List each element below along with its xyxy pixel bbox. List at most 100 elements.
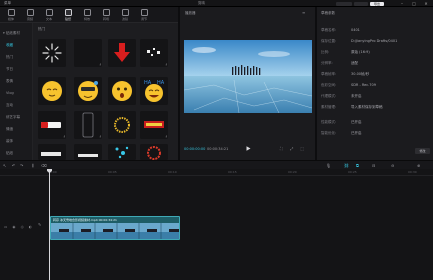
detail-value: 原始 (16:9) (351, 50, 370, 54)
close-button[interactable]: ✕ (421, 1, 431, 6)
detail-key: 草稿名称: (321, 28, 337, 32)
tab-effects[interactable]: 特效 (78, 8, 96, 22)
ring-icon (114, 117, 130, 133)
nav-item-vlog[interactable]: Vlog (6, 91, 14, 95)
nav-item-mood[interactable]: 情绪 (6, 127, 13, 132)
tab-label: 转场 (102, 17, 109, 21)
nav-item-interact[interactable]: 互动 (6, 103, 13, 108)
track-controls[interactable]: ▭ ◉ ◎ ◐ (4, 225, 34, 229)
cover-edit-icon[interactable]: ✎ (38, 222, 41, 227)
nav-item-festival[interactable]: 节日 (6, 67, 13, 72)
transition-icon (102, 9, 110, 16)
sticker-red-swirl[interactable] (140, 144, 168, 160)
svg-text:HA: HA (144, 80, 152, 86)
player-menu-icon[interactable]: ≡ (302, 10, 305, 15)
timeline-area[interactable]: 00:00 00:05 00:10 00:15 00:20 00:25 00:3… (0, 169, 433, 280)
download-icon: ⤓ (165, 134, 167, 138)
sticker-sparkle-square[interactable]: ⤓ (140, 39, 168, 67)
detail-value: 已开启 (351, 131, 362, 135)
split-icon[interactable]: ⫼ (32, 163, 34, 168)
frozen-lake-image (184, 40, 312, 113)
nav-item-variety[interactable]: 综艺字幕 (6, 115, 20, 120)
sticker-burst[interactable] (38, 39, 66, 67)
detail-key: 代理模式: (321, 94, 337, 98)
phone-frame-icon (82, 112, 94, 138)
sparkle-icon (115, 146, 129, 159)
mic-icon[interactable]: 🎙 (326, 163, 331, 168)
sparkle-icon (147, 48, 160, 56)
download-icon: ⤓ (165, 62, 167, 66)
filter-icon (121, 9, 129, 16)
select-tool-icon[interactable]: ↖ (3, 163, 6, 168)
shortcut-button[interactable] (336, 1, 352, 6)
edit-button[interactable]: 修改 (415, 148, 430, 154)
detail-value: 适配 (351, 61, 358, 65)
nav-item-decor[interactable]: 装饰 (6, 139, 13, 144)
main-menu[interactable]: 菜单 (4, 1, 11, 6)
tab-label: 特效 (83, 17, 90, 21)
player-title: 播放器 (185, 11, 196, 15)
tab-media[interactable]: 媒体 (2, 8, 20, 22)
export-button[interactable]: 导出 (370, 1, 384, 6)
tab-label: 调节 (140, 17, 147, 21)
sticker-red-tag[interactable]: ⤓ (140, 111, 168, 139)
ruler-tick: 00:30 (408, 170, 417, 174)
sticker-white-label[interactable] (38, 144, 66, 160)
minimize-button[interactable]: – (397, 1, 407, 6)
nav-item-hot[interactable]: 热门 (6, 55, 13, 60)
tab-filters[interactable]: 滤镜 (116, 8, 134, 22)
playhead[interactable] (49, 169, 50, 280)
sticker-cyan-sparkles[interactable] (108, 144, 136, 160)
nav-item-sticker[interactable]: 贴纸 (6, 151, 13, 156)
play-icon[interactable] (246, 146, 251, 151)
detail-key: 草稿帧率: (321, 72, 337, 76)
sticker-red-arrow[interactable] (108, 39, 136, 67)
video-preview[interactable] (184, 40, 312, 113)
maximize-button[interactable]: □ (409, 1, 419, 6)
tab-audio[interactable]: 音频 (21, 8, 39, 22)
time-ruler[interactable]: 00:00 00:05 00:10 00:15 00:20 00:25 00:3… (0, 169, 433, 176)
video-clip[interactable]: 转存 冰天雪地合影视频素材.mp4 00:00:34:21 (50, 216, 180, 240)
svg-text:HA: HA (157, 80, 165, 86)
detail-key: 保存位置: (321, 39, 337, 43)
delete-icon[interactable]: ⌫ (41, 163, 47, 168)
nav-item-emoji[interactable]: 表情 (6, 79, 13, 84)
redo-icon[interactable]: ↷ (20, 163, 23, 168)
sticker-phone-frame[interactable]: ⤓ (74, 111, 102, 139)
sticker-blank[interactable]: ⤓ (74, 39, 102, 67)
ruler-tick: 00:25 (348, 170, 357, 174)
timeline-toolbar: ↖ ↶ ↷ ⫼ ⌫ 🎙 ⛓ ⧉ ⊟ ⊖ ⊕ (0, 160, 433, 169)
snap-icon[interactable]: ⧉ (356, 163, 359, 168)
sticker-surprised-face[interactable] (108, 77, 136, 105)
sticker-gold-ring[interactable] (108, 111, 136, 139)
undo-icon[interactable]: ↶ (12, 163, 15, 168)
label-icon (41, 152, 61, 156)
tab-transitions[interactable]: 转场 (97, 8, 115, 22)
download-icon: ⤓ (99, 134, 101, 138)
nav-item-sticker-root[interactable]: ▾ 贴纸素材 (3, 31, 20, 36)
player-view-icons[interactable]: ⛶ ⤢ ⬚ (280, 146, 307, 151)
bar-icon (78, 154, 98, 157)
sticker-cool-face[interactable] (74, 77, 102, 105)
text-icon (45, 9, 53, 16)
player-panel: 播放器 ≡ 00:00:00:00 00:00:34:21 ⛶ ⤢ ⬚ (180, 7, 315, 160)
sticker-sleepy-face[interactable] (38, 77, 66, 105)
emoji-face-icon: HA HA (144, 80, 165, 102)
ruler-tick: 00:20 (288, 170, 297, 174)
sticker-white-bar[interactable] (74, 144, 102, 160)
layout-button[interactable] (354, 1, 368, 6)
tab-text[interactable]: 文本 (40, 8, 58, 22)
nav-item-favorites[interactable]: 收藏 (6, 43, 13, 48)
banner-icon (41, 122, 61, 128)
sticker-red-banner[interactable]: ⤓ (38, 111, 66, 139)
zoom-out-icon[interactable]: ⊖ (391, 163, 394, 168)
burst-icon (42, 43, 62, 63)
detail-value: SDR - Rec.709 (351, 83, 376, 87)
details-title: 草稿参数 (321, 11, 335, 15)
preview-axis-icon[interactable]: ⊟ (372, 163, 375, 168)
tab-adjust[interactable]: 调节 (135, 8, 153, 22)
link-icon[interactable]: ⛓ (344, 163, 349, 168)
zoom-in-icon[interactable]: ⊕ (417, 163, 420, 168)
sticker-haha-face[interactable]: HA HA (140, 77, 168, 105)
tab-stickers[interactable]: 贴纸 (59, 8, 77, 22)
